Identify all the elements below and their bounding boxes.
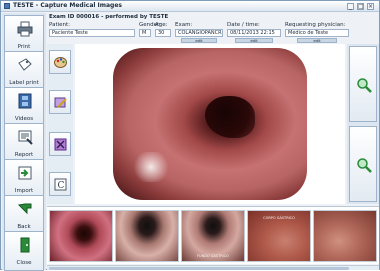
window-title: TESTE - Capture Medical Images xyxy=(13,2,122,9)
thumbnail-5[interactable] xyxy=(313,210,377,262)
back-arrow-icon xyxy=(17,203,32,215)
label-print-button[interactable]: Label print xyxy=(4,51,44,91)
exam-header: Exam ID 000016 - performed by TESTE Pati… xyxy=(47,13,379,43)
back-button[interactable]: Back xyxy=(4,195,44,235)
label-icon xyxy=(18,58,32,71)
physician-field[interactable]: Médico de Teste xyxy=(285,29,349,37)
app-window: TESTE - Capture Medical Images _ □ × Pri… xyxy=(0,0,380,271)
edit-physician-button[interactable]: edit xyxy=(297,38,337,43)
thumbnail-3[interactable]: FUNDO GÁSTRICO xyxy=(181,210,245,262)
close-icon: × xyxy=(368,3,374,10)
palette-button[interactable] xyxy=(49,50,71,74)
exam-field[interactable]: COLANGIOPANCREATC xyxy=(175,29,223,37)
delete-button[interactable] xyxy=(49,132,71,156)
maximize-button[interactable]: □ xyxy=(357,3,364,10)
videos-button[interactable]: Videos xyxy=(4,87,44,127)
delete-icon xyxy=(54,138,67,151)
image-viewer xyxy=(75,44,345,204)
import-label: Import xyxy=(14,188,34,194)
date-field[interactable]: 08/11/2013 22:15 xyxy=(227,29,281,37)
import-button[interactable]: Import xyxy=(4,159,44,199)
edit-date-button[interactable]: edit xyxy=(235,38,273,43)
app-icon xyxy=(4,3,10,9)
film-icon xyxy=(18,93,32,109)
report-icon xyxy=(18,130,33,145)
age-field[interactable]: 30 xyxy=(155,29,171,37)
zoom-out-icon xyxy=(357,158,372,173)
zoom-in-button[interactable] xyxy=(349,46,377,122)
edit-exam-button[interactable]: edit xyxy=(181,38,217,43)
thumbnail-caption: CORPO GÁSTRICO xyxy=(263,216,295,220)
patient-label: Patient: xyxy=(49,22,71,28)
minimize-button[interactable]: _ xyxy=(347,3,354,10)
thumbnail-caption: FUNDO GÁSTRICO xyxy=(197,254,229,258)
zoom-out-button[interactable] xyxy=(349,126,377,202)
age-label: Age: xyxy=(155,22,168,28)
edit-image-button[interactable] xyxy=(49,90,71,114)
physician-label: Requesting physician: xyxy=(285,22,346,28)
palette-icon xyxy=(54,57,67,68)
lumen-region xyxy=(205,96,255,138)
text-tool-button[interactable]: C xyxy=(49,172,71,196)
report-button[interactable]: Report xyxy=(4,123,44,163)
text-tool-icon: C xyxy=(54,178,67,191)
videos-label: Videos xyxy=(14,116,34,122)
endoscopy-image[interactable] xyxy=(113,48,307,200)
close-label: Close xyxy=(16,260,32,266)
exit-door-icon xyxy=(20,237,30,253)
minimize-icon: _ xyxy=(349,3,352,10)
patient-field[interactable]: Paciente Teste xyxy=(49,29,135,37)
label-print-label: Label print xyxy=(9,80,39,86)
report-label: Report xyxy=(14,152,34,158)
light-reflection xyxy=(131,152,171,182)
thumbnail-1[interactable] xyxy=(49,210,113,262)
zoom-in-icon xyxy=(357,78,372,93)
thumbnail-strip: FUNDO GÁSTRICO CORPO GÁSTRICO xyxy=(47,206,379,264)
printer-icon xyxy=(17,21,33,37)
thumbnail-scrollbar[interactable] xyxy=(47,265,379,270)
import-icon xyxy=(18,166,32,180)
zoom-panel xyxy=(347,44,379,204)
back-label: Back xyxy=(17,224,31,230)
edit-image-icon xyxy=(54,97,67,108)
title-bar: TESTE - Capture Medical Images _ □ × xyxy=(1,1,379,12)
sidebar: Print Label print Videos Report Import B… xyxy=(2,13,46,271)
gender-field[interactable]: M xyxy=(139,29,151,37)
close-button[interactable]: Close xyxy=(4,231,44,271)
thumbnail-4[interactable]: CORPO GÁSTRICO xyxy=(247,210,311,262)
exam-id-text: Exam ID 000016 - performed by TESTE xyxy=(49,14,169,20)
maximize-icon: □ xyxy=(358,3,364,10)
print-label: Print xyxy=(17,44,31,50)
image-tools: C xyxy=(47,44,73,204)
date-label: Date / time: xyxy=(227,22,260,28)
print-button[interactable]: Print xyxy=(4,15,44,55)
close-window-button[interactable]: × xyxy=(367,3,374,10)
exam-label: Exam: xyxy=(175,22,193,28)
svg-text:C: C xyxy=(58,181,65,191)
thumbnail-2[interactable] xyxy=(115,210,179,262)
